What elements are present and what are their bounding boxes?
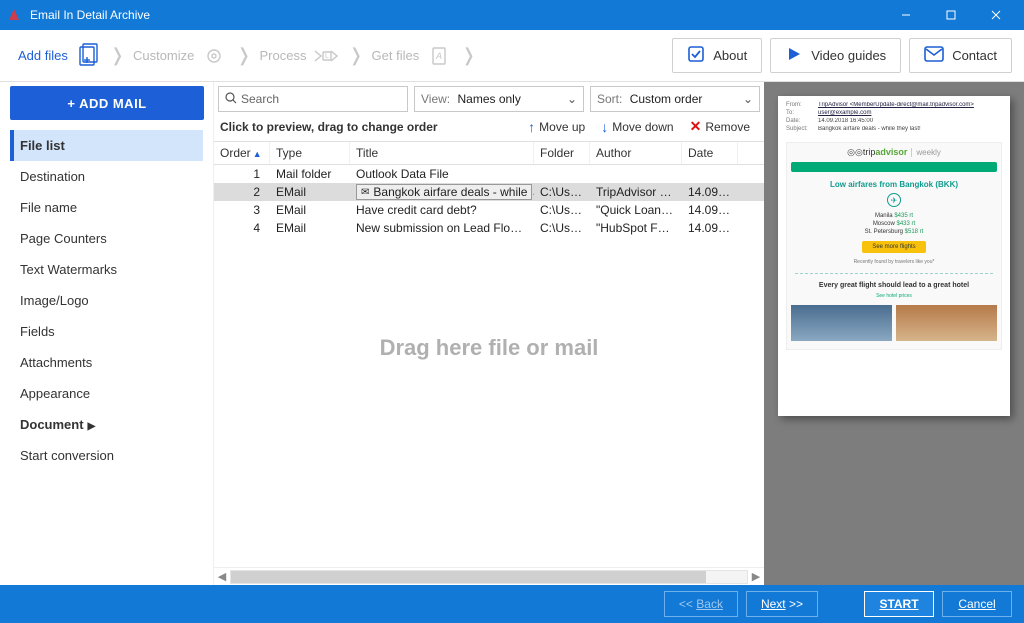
search-icon [225,92,237,107]
scroll-left-icon[interactable]: ◀ [214,570,230,583]
help-buttons: About Video guides Contact [672,38,1012,73]
mail-icon: ✉ [361,187,369,198]
back-button[interactable]: << Back [664,591,738,617]
check-icon [687,45,705,66]
preview-price-row: Manila $435 rt [791,213,997,219]
chevron-right-icon: ▶ [88,421,96,432]
mail-icon [924,46,944,65]
step-label: Get files [372,48,420,63]
maximize-button[interactable] [928,0,973,30]
gear-icon [200,42,228,70]
svg-text:L: L [326,53,330,60]
cancel-button[interactable]: Cancel [942,591,1012,617]
chevron-right-icon: ❭ [108,45,127,66]
preview-cta-button: See more flights [862,241,925,253]
remove-button[interactable]: ✕ Remove [682,115,758,138]
sidebar-item-attachments[interactable]: Attachments [10,347,203,378]
sidebar-item-file-name[interactable]: File name [10,192,203,223]
view-select[interactable]: View: Names only ⌄ [414,86,584,112]
step-customize[interactable]: Customize [127,38,234,74]
sidebar-item-document[interactable]: Document▶ [10,409,203,440]
scrollbar-thumb[interactable] [231,571,706,583]
step-label: Process [259,48,306,63]
sidebar-item-text-watermarks[interactable]: Text Watermarks [10,254,203,285]
next-button[interactable]: Next >> [746,591,818,617]
help-label: About [713,48,747,63]
toolbar: Add files ❭ Customize ❭ Process L ❭ Get … [0,30,1024,82]
table-row[interactable]: 2EMail✉Bangkok airfare deals - while th.… [214,183,764,201]
preview-price-row: Moscow $433 rt [791,221,997,227]
arrow-up-icon: ↑ [528,119,535,135]
arrow-down-icon: ↓ [601,119,608,135]
sidebar: + ADD MAIL File listDestinationFile name… [0,82,213,585]
tripadvisor-owl-icon: ◎◎ [847,147,863,157]
chevron-right-icon: ❭ [234,45,253,66]
step-process[interactable]: Process L [253,38,346,74]
x-icon: ✕ [690,118,702,135]
about-button[interactable]: About [672,38,762,73]
table-row[interactable]: 3EMailHave credit card debt?C:\User..."Q… [214,201,764,219]
list-hint: Click to preview, drag to change order [220,120,520,134]
file-table: Order▲ Type Title Folder Author Date 1Ma… [214,142,764,567]
sidebar-item-page-counters[interactable]: Page Counters [10,223,203,254]
footer: << Back Next >> START Cancel [0,585,1024,623]
process-icon: L [312,42,340,70]
add-files-icon [74,42,102,70]
window-title: Email In Detail Archive [30,8,883,22]
chevron-down-icon: ⌄ [743,92,753,106]
contact-button[interactable]: Contact [909,38,1012,73]
sidebar-item-start-conversion[interactable]: Start conversion [10,440,203,471]
chevron-right-icon: ❭ [459,45,478,66]
step-add-files[interactable]: Add files [12,38,108,74]
add-mail-button[interactable]: + ADD MAIL [10,86,204,120]
minimize-button[interactable] [883,0,928,30]
breadcrumb: Add files ❭ Customize ❭ Process L ❭ Get … [12,38,478,74]
close-button[interactable] [973,0,1018,30]
drop-hint: Drag here file or mail [380,335,599,361]
plane-icon: ✈ [887,193,901,207]
search-input[interactable]: Search [218,86,408,112]
play-icon [785,45,803,66]
main-panel: Search View: Names only ⌄ Sort: Custom o… [213,82,764,585]
preview-headline: Low airfares from Bangkok (BKK) [791,180,997,189]
start-button[interactable]: START [864,591,934,617]
chevron-right-icon: ❭ [346,45,365,66]
sidebar-item-appearance[interactable]: Appearance [10,378,203,409]
app-icon [6,7,22,23]
scroll-right-icon[interactable]: ▶ [748,570,764,583]
preview-panel: From:TripAdvisor <MemberUpdate-direct@ma… [764,82,1024,585]
sidebar-item-file-list[interactable]: File list [10,130,203,161]
table-row[interactable]: 1Mail folderOutlook Data File [214,165,764,183]
move-up-button[interactable]: ↑ Move up [520,116,593,138]
sidebar-item-fields[interactable]: Fields [10,316,203,347]
sort-select[interactable]: Sort: Custom order ⌄ [590,86,760,112]
sidebar-item-destination[interactable]: Destination [10,161,203,192]
step-label: Customize [133,48,194,63]
get-files-icon: A [425,42,453,70]
video-guides-button[interactable]: Video guides [770,38,901,73]
step-label: Add files [18,48,68,63]
move-down-button[interactable]: ↓ Move down [593,116,681,138]
help-label: Contact [952,48,997,63]
search-placeholder: Search [241,92,279,106]
step-get-files[interactable]: Get files A [366,38,460,74]
preview-image [791,305,892,341]
svg-text:A: A [435,51,442,61]
preview-page: From:TripAdvisor <MemberUpdate-direct@ma… [778,96,1010,416]
table-row[interactable]: 4EMailNew submission on Lead Flow "My...… [214,219,764,237]
horizontal-scrollbar[interactable]: ◀ ▶ [214,567,764,585]
titlebar: Email In Detail Archive [0,0,1024,30]
table-header[interactable]: Order▲ Type Title Folder Author Date [214,142,764,165]
sort-asc-icon: ▲ [253,149,262,159]
sidebar-item-image-logo[interactable]: Image/Logo [10,285,203,316]
chevron-down-icon: ⌄ [567,92,577,106]
preview-price-row: St. Petersburg $518 rt [791,229,997,235]
preview-image [896,305,997,341]
help-label: Video guides [811,48,886,63]
